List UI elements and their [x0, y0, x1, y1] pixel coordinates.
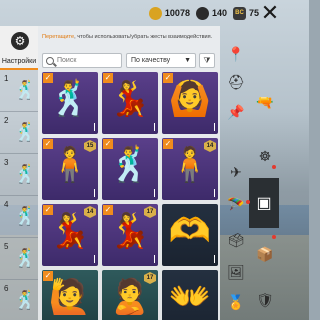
filter-button[interactable]: ⧩ — [199, 53, 215, 68]
cube-icon: ▣ — [256, 195, 272, 212]
slot-number: 6 — [4, 284, 9, 293]
chevron-down-icon: ▼ — [184, 57, 191, 64]
dancer-pose-icon: 🙆 — [168, 80, 212, 118]
notification-dot — [272, 235, 276, 239]
slot-marker — [93, 123, 95, 131]
dancer-pose-icon: 🧍 — [168, 146, 212, 184]
gesture-figure-icon: 🕺 — [14, 122, 37, 142]
gesture-slot[interactable]: 4 🕺 — [0, 198, 38, 238]
gesture-panel: Перетащите, чтобы использовать/убрать же… — [38, 26, 220, 320]
parachute-icon[interactable]: 🪂 — [226, 194, 246, 214]
gesture-figure-icon: 🕺 — [14, 290, 37, 310]
search-box[interactable] — [42, 53, 122, 68]
category-column: 📍 ⛑ 📌 ✈ 🪂 🗳 🖼 🏅 — [220, 26, 250, 320]
badge-icon[interactable]: 🏅 — [226, 292, 246, 312]
drag-hint: Перетащите, чтобы использовать/убрать же… — [42, 34, 218, 40]
hint-accent: Перетащите — [42, 34, 75, 40]
gesture-slot[interactable]: 5 🕺 — [0, 240, 38, 280]
slot-marker — [153, 123, 155, 131]
steering-wheel-icon[interactable]: ☸ — [255, 146, 275, 166]
gesture-slot[interactable]: 3 🕺 — [0, 156, 38, 196]
gesture-card[interactable]: 👐 — [162, 270, 218, 320]
gems-display: 140 — [195, 6, 227, 20]
shield-icon[interactable]: 🛡 — [255, 290, 275, 310]
stamp-icon[interactable]: 🗳 — [226, 230, 246, 250]
gesture-slot[interactable]: 2 🕺 — [0, 114, 38, 154]
slot-marker — [93, 189, 95, 197]
slot-marker — [213, 255, 215, 263]
coins-display: 10078 — [148, 6, 190, 20]
filter-icon: ⧩ — [203, 55, 211, 65]
gesture-slot[interactable]: 6 🕺 — [0, 282, 38, 320]
slot-number: 3 — [4, 158, 9, 167]
slot-marker — [213, 123, 215, 131]
gesture-card[interactable]: ✓ 🕺 — [42, 72, 98, 134]
settings-button[interactable]: ⚙ Настройки — [0, 26, 38, 70]
currency-bar: 10078 140 BC 75 — [148, 4, 259, 22]
slot-marker — [213, 189, 215, 197]
notification-dot — [246, 200, 250, 204]
frame-icon[interactable]: 🖼 — [226, 262, 246, 282]
slot-marker — [153, 189, 155, 197]
gesture-card[interactable]: ✓ 🕺 — [102, 138, 158, 200]
slot-marker — [153, 255, 155, 263]
gun-icon[interactable]: 🔫 — [255, 92, 275, 112]
gesture-card[interactable]: ✓ 🙆 — [162, 72, 218, 134]
slot-number: 1 — [4, 74, 9, 83]
coins-value: 10078 — [164, 8, 190, 18]
gear-icon: ⚙ — [11, 32, 29, 50]
gesture-card[interactable]: 17 🙎 — [102, 270, 158, 320]
gesture-figure-icon: 🕺 — [14, 206, 37, 226]
gems-value: 140 — [211, 8, 227, 18]
clap-hands-icon: 👐 — [168, 278, 212, 316]
dancer-pose-icon: 🧍 — [48, 146, 92, 184]
map-pin-icon[interactable]: 📍 — [226, 44, 246, 64]
sort-label: По качеству — [131, 57, 171, 64]
gesture-card[interactable]: ✓ 17 💃 — [102, 204, 158, 266]
bc-icon: BC — [232, 6, 246, 20]
dancer-pose-icon: 🕺 — [48, 80, 92, 118]
gesture-figure-icon: 🕺 — [14, 80, 37, 100]
gesture-card[interactable]: ✓ 🙋 — [42, 270, 98, 320]
gem-icon — [195, 6, 209, 20]
notification-dot — [272, 165, 276, 169]
search-input[interactable] — [57, 57, 119, 64]
sort-dropdown[interactable]: По качеству ▼ — [126, 53, 196, 68]
plane-icon[interactable]: ✈ — [226, 162, 246, 182]
wave-hand-icon: 🙋 — [48, 278, 92, 316]
heart-hand-icon: 🫶 — [168, 212, 212, 250]
search-icon — [46, 56, 54, 65]
slot-number: 5 — [4, 242, 9, 251]
gesture-grid: ✓ 🕺 ✓ 💃 ✓ 🙆 ✓ 15 🧍 ✓ 🕺 ✓ 14 🧍 ✓ 14 💃 ✓ 1… — [42, 72, 218, 320]
gesture-figure-icon: 🕺 — [14, 248, 37, 268]
salute-icon: 🙎 — [108, 278, 152, 316]
gesture-card[interactable]: 🫶 — [162, 204, 218, 266]
hint-rest: , чтобы использовать/убрать жесты взаимо… — [74, 34, 213, 40]
slot-number: 2 — [4, 116, 9, 125]
gesture-category-selected[interactable]: ▣ — [249, 178, 279, 228]
slot-marker — [93, 255, 95, 263]
gesture-slot[interactable]: 1 🕺 — [0, 72, 38, 112]
settings-label: Настройки — [1, 58, 37, 65]
pin-icon[interactable]: 📌 — [226, 102, 246, 122]
bc-display: BC 75 — [232, 6, 259, 20]
close-button[interactable]: ✕ — [259, 2, 281, 24]
gesture-card[interactable]: ✓ 14 🧍 — [162, 138, 218, 200]
gesture-figure-icon: 🕺 — [14, 164, 37, 184]
slot-number: 4 — [4, 200, 9, 209]
coin-icon — [148, 6, 162, 20]
bc-value: 75 — [248, 8, 259, 18]
box-icon[interactable]: 📦 — [255, 244, 275, 264]
dancer-pose-icon: 💃 — [108, 80, 152, 118]
helmet-icon[interactable]: ⛑ — [226, 72, 246, 92]
dancer-pose-icon: 💃 — [48, 212, 92, 250]
gesture-card[interactable]: ✓ 15 🧍 — [42, 138, 98, 200]
gesture-card[interactable]: ✓ 💃 — [102, 72, 158, 134]
gesture-card[interactable]: ✓ 14 💃 — [42, 204, 98, 266]
dancer-pose-icon: 🕺 — [108, 146, 152, 184]
dancer-pose-icon: 💃 — [108, 212, 152, 250]
